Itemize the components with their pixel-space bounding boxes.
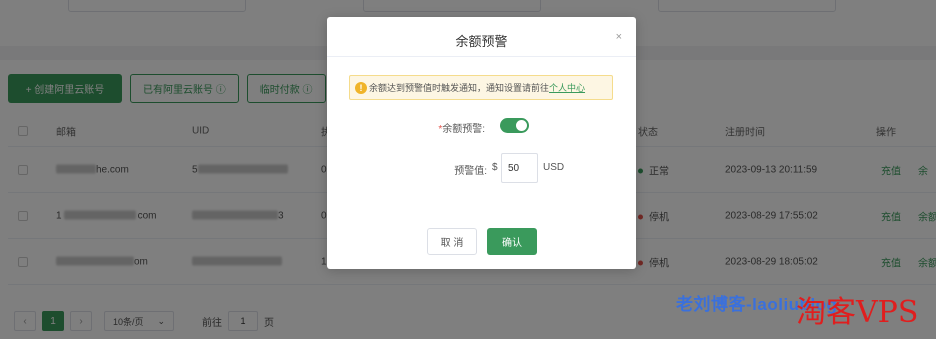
warning-icon: ! <box>355 81 367 94</box>
confirm-button[interactable]: 确认 <box>487 228 537 255</box>
dialog-divider <box>327 56 636 57</box>
currency-symbol: $ <box>492 162 498 173</box>
threshold-label: 预警值: <box>454 166 487 177</box>
toggle-knob <box>516 120 527 131</box>
personal-center-link[interactable]: 个人中心 <box>549 81 585 94</box>
dialog-title: 余额预警 <box>455 34 508 49</box>
threshold-input[interactable]: 50 <box>501 153 538 183</box>
notice-banner: ! 余额达到预警值时触发通知，通知设置请前往 个人中心 <box>349 75 613 100</box>
close-icon[interactable]: × <box>616 31 622 43</box>
balance-alert-toggle[interactable] <box>500 118 529 133</box>
watermark-red: 淘客VPS <box>796 295 919 330</box>
balance-alert-dialog: 余额预警 × ! 余额达到预警值时触发通知，通知设置请前往 个人中心 *余额预警… <box>327 17 636 269</box>
notice-text: 余额达到预警值时触发通知，通知设置请前往 <box>369 83 550 93</box>
toggle-label: *余额预警: <box>438 124 485 135</box>
cancel-button[interactable]: 取 消 <box>427 228 477 255</box>
currency-unit: USD <box>543 162 565 173</box>
